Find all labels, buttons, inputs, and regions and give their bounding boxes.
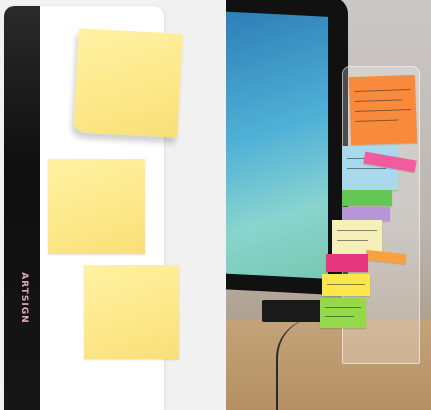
light-yellow-note [332, 220, 382, 254]
magenta-note [326, 254, 368, 272]
product-image-panel: ARTSIGN [0, 0, 220, 410]
board-side-strip: ARTSIGN [4, 6, 40, 410]
sticky-note-middle [48, 159, 145, 254]
green-note [342, 190, 392, 206]
brand-logo: ARTSIGN [19, 272, 29, 324]
purple-note [342, 207, 390, 221]
bright-green-note [320, 298, 366, 328]
sticky-note-curled [73, 28, 183, 138]
usage-photo [226, 0, 431, 410]
yellow-note [322, 274, 370, 296]
orange-note [348, 74, 418, 146]
sticky-note-bottom [84, 265, 179, 359]
monitor-screen [226, 11, 328, 279]
monitor-cable [276, 318, 338, 410]
